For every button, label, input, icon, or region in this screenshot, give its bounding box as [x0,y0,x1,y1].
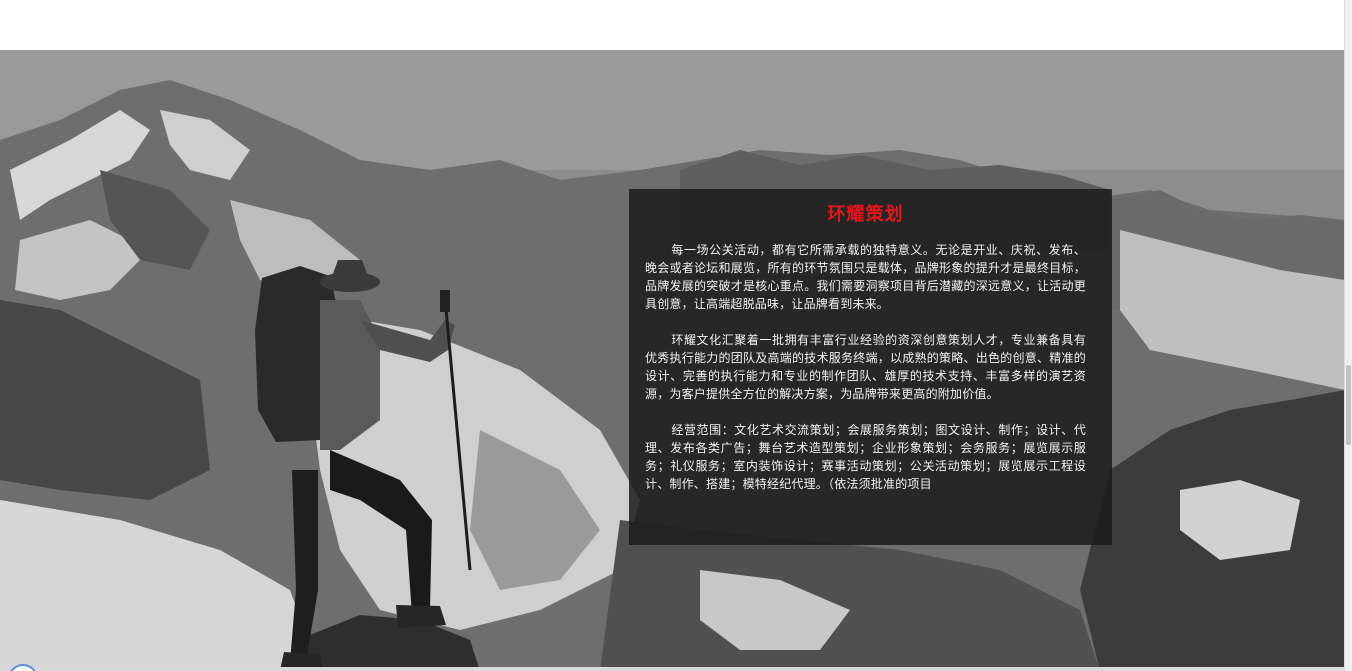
intro-text-panel: 环耀策划 每一场公关活动，都有它所需承载的独特意义。无论是开业、庆祝、发布、晚会… [629,189,1112,545]
top-header-bar [0,0,1345,50]
panel-paragraph-scope: 经营范围：文化艺术交流策划；会展服务策划；图文设计、制作；设计、代理、发布各类广… [645,423,1086,491]
scrollbar-thumb[interactable] [1346,365,1351,445]
bottom-edge-strip [0,667,1345,671]
page: 环耀策划 每一场公关活动，都有它所需承载的独特意义。无论是开业、庆祝、发布、晚会… [0,0,1352,671]
panel-paragraph-intro: 每一场公关活动，都有它所需承载的独特意义。无论是开业、庆祝、发布、晚会或者论坛和… [645,243,1086,311]
panel-paragraph-team: 环耀文化汇聚着一批拥有丰富行业经验的资深创意策划人才，专业兼备具有优秀执行能力的… [645,333,1086,401]
hero-mountain-background: 环耀策划 每一场公关活动，都有它所需承载的独特意义。无论是开业、庆祝、发布、晚会… [0,50,1345,671]
vertical-scrollbar[interactable] [1344,0,1352,671]
panel-title: 环耀策划 [827,204,904,225]
